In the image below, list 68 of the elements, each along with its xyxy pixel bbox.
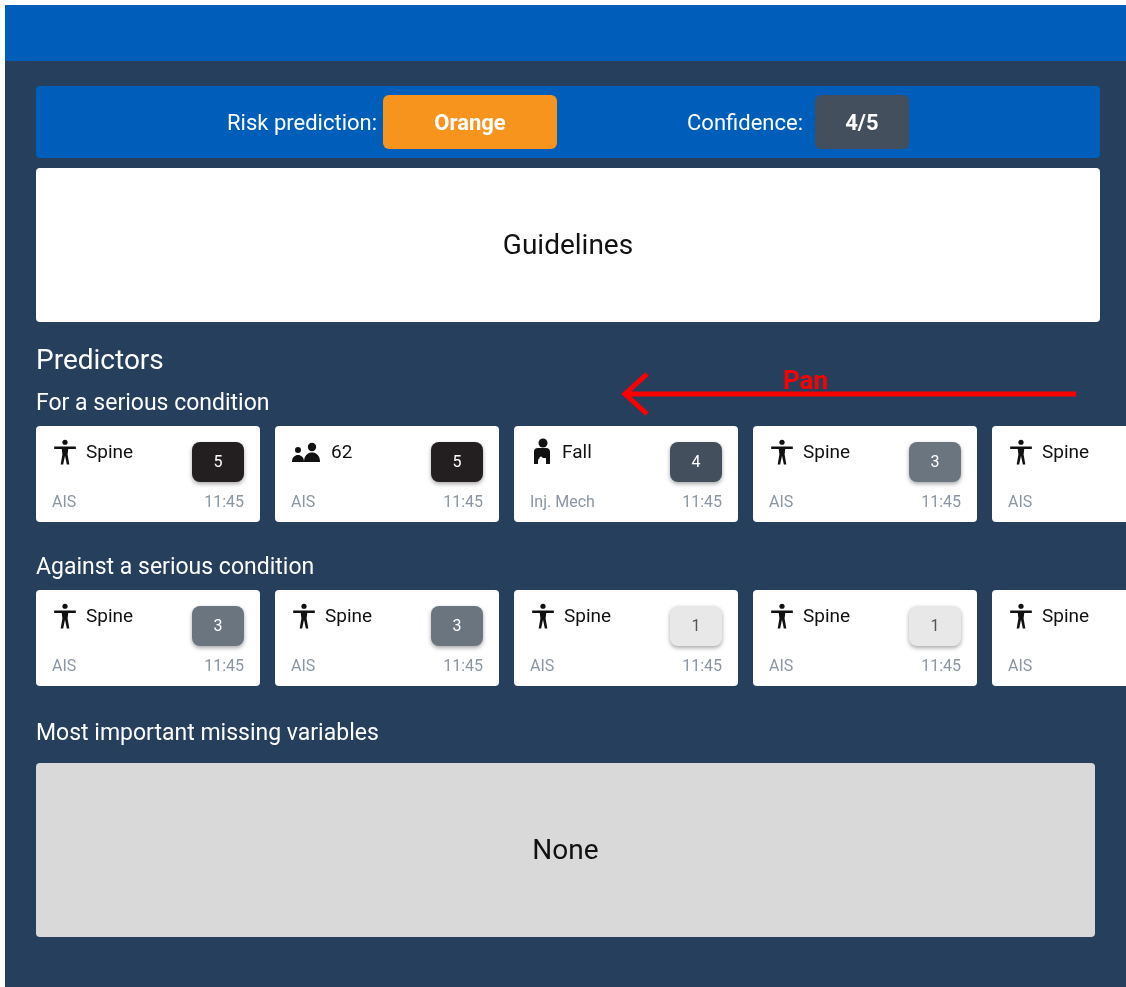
group-title: Most important missing variables: [36, 718, 380, 748]
score-badge: 3: [192, 606, 244, 646]
confidence-label: Confidence:: [687, 108, 803, 137]
predictor-card[interactable]: Spine AIS: [992, 590, 1126, 686]
source-label: AIS: [291, 655, 316, 677]
time-label: 11:45: [443, 655, 483, 677]
person-icon: [530, 602, 556, 631]
predictor-card[interactable]: Spine 5 AIS 11:45: [36, 426, 260, 522]
person-icon: [52, 438, 78, 467]
guidelines-panel[interactable]: Guidelines: [36, 168, 1100, 322]
source-label: AIS: [291, 491, 316, 513]
person-icon: [769, 438, 795, 467]
score-badge: 1: [909, 606, 961, 646]
people-icon: [291, 442, 323, 463]
score-badge: 1: [670, 606, 722, 646]
confidence-badge: 4/5: [814, 95, 909, 149]
group-title: Against a serious condition: [36, 552, 315, 582]
predictor-label: Spine: [803, 603, 851, 629]
source-label: AIS: [769, 655, 794, 677]
missing-value: None: [532, 832, 599, 868]
source-label: AIS: [769, 491, 794, 513]
source-label: AIS: [1008, 491, 1033, 513]
predictor-label: Spine: [86, 603, 134, 629]
score-badge: 3: [909, 442, 961, 482]
predictor-label: Spine: [86, 439, 134, 465]
predictor-card[interactable]: Fall 4 Inj. Mech 11:45: [514, 426, 738, 522]
time-label: 11:45: [204, 491, 244, 513]
guidelines-title: Guidelines: [502, 227, 634, 263]
time-label: 11:45: [682, 491, 722, 513]
section-title: Predictors: [36, 342, 165, 378]
predictor-label: Spine: [1042, 603, 1090, 629]
predictor-label: Spine: [803, 439, 851, 465]
predictor-label: Fall: [562, 439, 592, 465]
time-label: 11:45: [921, 655, 961, 677]
score-badge: 5: [192, 442, 244, 482]
predictor-card[interactable]: Spine 3 AIS 11:45: [753, 426, 977, 522]
pan-annotation: Pan: [783, 364, 829, 397]
group-title: For a serious condition: [36, 388, 270, 418]
predictor-label: Spine: [325, 603, 373, 629]
risk-badge: Orange: [383, 95, 557, 149]
person-icon: [291, 602, 317, 631]
left-arrow-icon: [619, 371, 1079, 417]
predictor-card[interactable]: Spine 1 AIS 11:45: [753, 590, 977, 686]
score-badge: 4: [670, 442, 722, 482]
source-label: AIS: [52, 655, 77, 677]
source-label: AIS: [52, 491, 77, 513]
source-label: Inj. Mech: [530, 491, 595, 513]
source-label: AIS: [1008, 655, 1033, 677]
predictor-card[interactable]: Spine 1 AIS 11:45: [514, 590, 738, 686]
person-icon: [52, 602, 78, 631]
predictor-card[interactable]: Spine 3 AIS 11:45: [275, 590, 499, 686]
person-icon: [1008, 602, 1034, 631]
score-badge: 3: [431, 606, 483, 646]
predictor-label: Spine: [564, 603, 612, 629]
predictor-card[interactable]: Spine AIS: [992, 426, 1126, 522]
predictor-card[interactable]: Spine 3 AIS 11:45: [36, 590, 260, 686]
predictor-label: 62: [331, 439, 353, 465]
predictor-card[interactable]: 62 5 AIS 11:45: [275, 426, 499, 522]
person-icon: [769, 602, 795, 631]
time-label: 11:45: [921, 491, 961, 513]
source-label: AIS: [530, 655, 555, 677]
predictor-label: Spine: [1042, 439, 1090, 465]
person-icon: [1008, 438, 1034, 467]
time-label: 11:45: [443, 491, 483, 513]
time-label: 11:45: [682, 655, 722, 677]
score-badge: 5: [431, 442, 483, 482]
time-label: 11:45: [204, 655, 244, 677]
risk-label: Risk prediction:: [227, 108, 377, 137]
